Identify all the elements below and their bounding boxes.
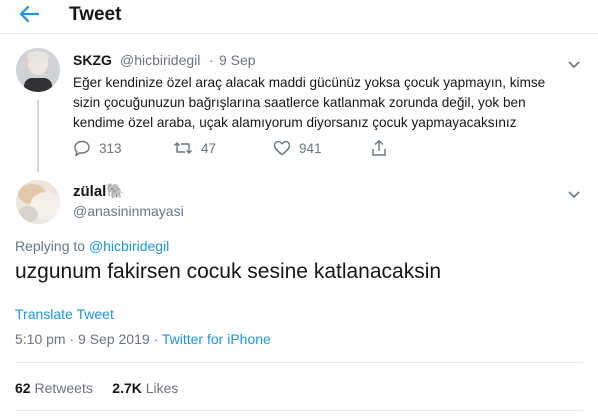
- tweet-source-link[interactable]: Twitter for iPhone: [162, 331, 271, 347]
- tweet-stats: 62 Retweets 2.7K Likes: [15, 380, 178, 396]
- replying-to-handle-link[interactable]: @hicbiridegil: [89, 238, 169, 254]
- header-divider: [0, 33, 598, 34]
- author-handle[interactable]: @hicbiridegil: [120, 52, 200, 68]
- stats-divider: [15, 362, 583, 363]
- translate-tweet-link[interactable]: Translate Tweet: [15, 306, 114, 322]
- thread-connector-line: [37, 100, 39, 172]
- reply-button[interactable]: 313: [73, 138, 122, 158]
- tweet-time[interactable]: 9 Sep: [219, 52, 256, 68]
- replying-to: Replying to @hicbiridegil: [15, 238, 169, 254]
- header-bar: Tweet: [0, 0, 598, 30]
- avatar[interactable]: [16, 180, 60, 224]
- chevron-down-icon[interactable]: [568, 186, 580, 199]
- replying-to-label: Replying to: [15, 238, 86, 254]
- retweets-count: 62: [15, 380, 31, 396]
- tweet-text: Eğer kendinize özel araç alacak maddi gü…: [73, 75, 546, 130]
- avatar[interactable]: [16, 48, 60, 92]
- likes-stat[interactable]: 2.7K Likes: [112, 380, 178, 396]
- like-button[interactable]: 941: [273, 138, 322, 158]
- retweet-count: 47: [201, 140, 217, 156]
- tweet-timestamp[interactable]: 5:10 pm · 9 Sep 2019: [15, 331, 150, 347]
- like-count: 941: [299, 140, 322, 156]
- reply-count: 313: [99, 140, 122, 156]
- likes-label: Likes: [145, 380, 179, 396]
- separator-dot: ·: [153, 331, 159, 347]
- share-button[interactable]: [371, 138, 387, 158]
- retweet-button[interactable]: 47: [173, 138, 216, 158]
- tweet-meta: 5:10 pm · 9 Sep 2019 · Twitter for iPhon…: [15, 331, 271, 347]
- likes-count: 2.7K: [112, 380, 142, 396]
- share-icon: [371, 139, 387, 157]
- like-icon: [273, 139, 291, 157]
- retweet-icon: [173, 139, 193, 157]
- separator-dot: ·: [209, 52, 214, 68]
- tweet-text: uzgunum fakirsen cocuk sesine katlanacak…: [15, 260, 442, 283]
- page-title: Tweet: [69, 4, 122, 25]
- author-name[interactable]: SKZG: [73, 52, 112, 68]
- back-arrow-icon[interactable]: [18, 4, 40, 24]
- retweets-stat[interactable]: 62 Retweets: [15, 380, 93, 396]
- retweets-label: Retweets: [34, 380, 93, 396]
- chevron-down-icon[interactable]: [568, 56, 580, 69]
- stats-divider: [15, 410, 583, 411]
- author-name[interactable]: zülal🐘: [73, 182, 125, 200]
- reply-icon: [73, 139, 91, 157]
- author-handle[interactable]: @anasininmayasi: [73, 203, 184, 219]
